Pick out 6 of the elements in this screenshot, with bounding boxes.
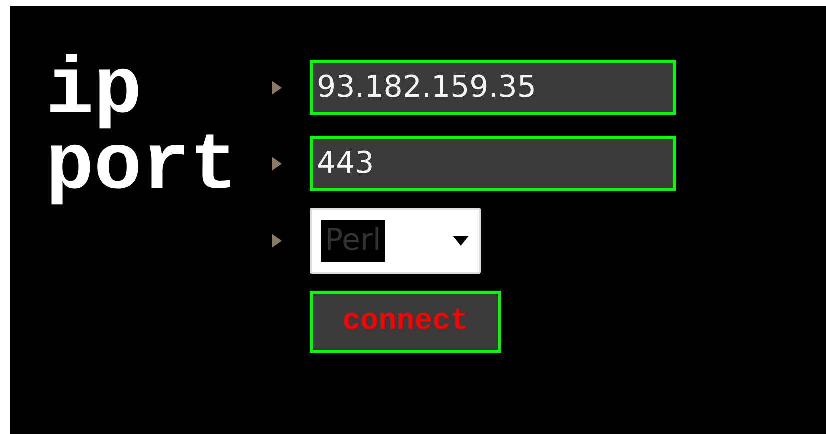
triangle-icon [272,234,282,248]
caret-icon [453,236,469,246]
input-field[interactable]: 93.182.159.35 [310,60,676,115]
triangle-icon [272,80,282,94]
triangle-icon [272,156,282,170]
input-field[interactable]: 443 [310,136,676,191]
